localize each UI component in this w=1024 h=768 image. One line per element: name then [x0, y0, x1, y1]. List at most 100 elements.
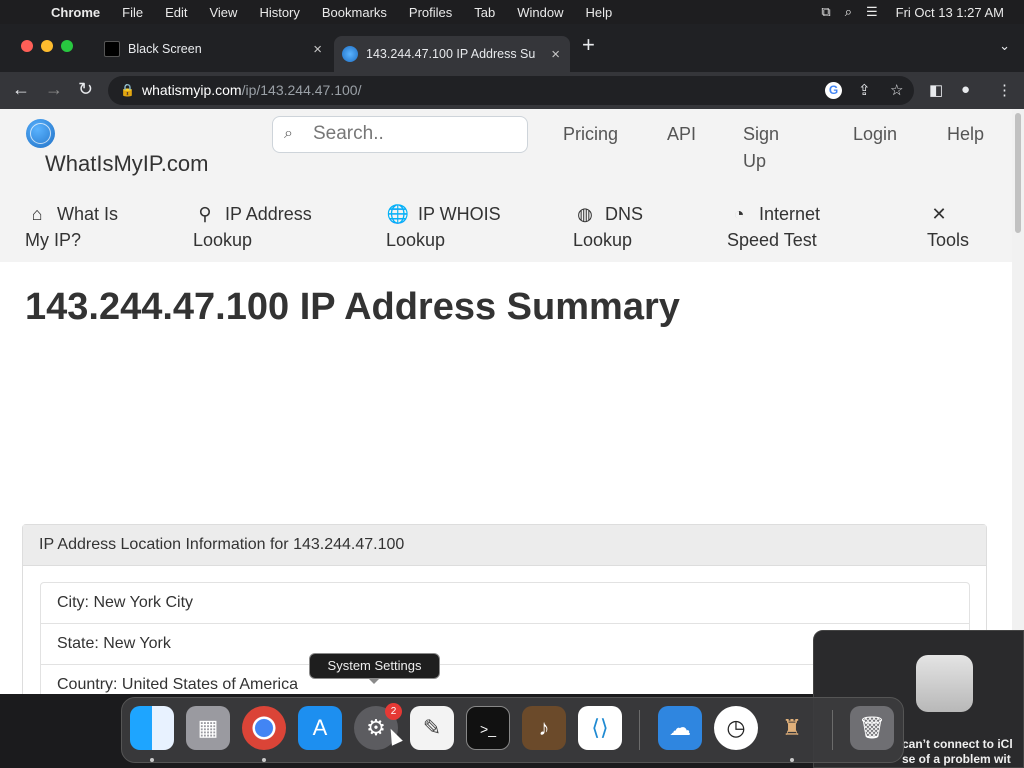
nav-label-line-2: Speed Test	[727, 230, 817, 250]
web-page: WhatIsMyIP.com ⌕ Pricing API Sign Up Logi…	[0, 109, 1012, 694]
notification-badge: 2	[385, 703, 402, 720]
menu-window[interactable]: Window	[506, 5, 574, 20]
forward-arrow-icon[interactable]: →	[45, 79, 63, 100]
pricing-link[interactable]: Pricing	[563, 121, 618, 148]
close-tab-icon[interactable]: ×	[313, 41, 322, 58]
api-link[interactable]: API	[667, 121, 696, 148]
black-screen-favicon-icon	[104, 41, 120, 57]
status-area: ⧉ ⌕ ☰ Fri Oct 13 1:27 AM	[821, 0, 1024, 24]
profile-icon[interactable]: ●	[961, 81, 970, 98]
nav-label-line-1: Internet	[759, 204, 821, 224]
signup-line-1: Sign	[743, 124, 780, 144]
textedit-icon[interactable]: ✎	[410, 706, 454, 750]
address-bar[interactable]: 🔒 whatismyip.com/ip/143.244.47.100/ G ⇪ …	[108, 76, 914, 105]
minimize-window-button[interactable]	[41, 40, 53, 52]
tab-strip: Black Screen × 143.244.47.100 IP Address…	[0, 24, 1024, 72]
menu-clock[interactable]: Fri Oct 13 1:27 AM	[896, 5, 1004, 20]
tab-title: 143.244.47.100 IP Address Su	[366, 47, 536, 61]
zoom-window-button[interactable]	[61, 40, 73, 52]
speedometer-icon: ◔	[733, 204, 745, 224]
site-header: WhatIsMyIP.com ⌕ Pricing API Sign Up Logi…	[0, 109, 1012, 262]
control-center-icon[interactable]: ☰	[866, 4, 878, 20]
garageband-icon[interactable]: ♪	[522, 706, 566, 750]
tools-icon: ✕	[931, 204, 947, 224]
apple-logo-icon	[916, 655, 973, 712]
scrollbar-thumb[interactable]	[1015, 113, 1021, 233]
share-icon[interactable]: ⇪	[858, 81, 871, 99]
notification-line-2: se of a problem wit	[902, 752, 1011, 766]
reload-icon[interactable]: ↻	[78, 79, 93, 100]
tab-black-screen[interactable]: Black Screen ×	[96, 34, 332, 64]
site-logo[interactable]: WhatIsMyIP.com	[45, 151, 208, 177]
launchpad-icon[interactable]: ▦	[186, 706, 230, 750]
signup-link[interactable]: Sign Up	[743, 121, 779, 175]
clock-icon[interactable]: ◷	[714, 706, 758, 750]
back-arrow-icon[interactable]: ←	[12, 79, 30, 100]
map-pin-icon: ⚲	[198, 204, 212, 224]
search-input[interactable]	[313, 123, 513, 145]
site-search[interactable]: ⌕	[272, 116, 528, 153]
nav-label-line-1: DNS	[605, 204, 644, 224]
menu-profiles[interactable]: Profiles	[398, 5, 463, 20]
terminal-icon[interactable]: >_	[466, 706, 510, 750]
nav-label-line-1: IP Address	[225, 204, 312, 224]
nav-label-line-2: Lookup	[573, 230, 633, 250]
lock-icon[interactable]: 🔒	[120, 83, 135, 97]
globe-favicon-icon	[342, 46, 358, 62]
dock-separator	[832, 710, 833, 750]
menu-app-chrome[interactable]: Chrome	[40, 5, 111, 20]
vscode-icon[interactable]: ⟨⟩	[578, 706, 622, 750]
menu-bookmarks[interactable]: Bookmarks	[311, 5, 398, 20]
menu-file[interactable]: File	[111, 5, 154, 20]
close-tab-icon[interactable]: ×	[551, 46, 560, 63]
page-scrollbar[interactable]	[1012, 109, 1024, 694]
login-link[interactable]: Login	[853, 121, 897, 148]
tab-title: Black Screen	[128, 42, 202, 56]
menu-view[interactable]: View	[198, 5, 248, 20]
menu-edit[interactable]: Edit	[154, 5, 198, 20]
url-host: whatismyip.com	[142, 82, 242, 98]
nav-label-line-2: My IP?	[25, 230, 82, 250]
nav-internet-speed-test[interactable]: ◔ Internet Speed Test	[727, 201, 820, 253]
page-title: 143.244.47.100 IP Address Summary	[25, 286, 680, 328]
url-path: /ip/143.244.47.100/	[241, 82, 362, 98]
nav-what-is-my-ip[interactable]: ⌂ What Is My IP?	[25, 201, 118, 253]
menu-history[interactable]: History	[248, 5, 310, 20]
search-icon: ⌕	[284, 125, 293, 142]
new-tab-icon[interactable]: +	[582, 32, 595, 58]
chrome-icon[interactable]	[242, 706, 286, 750]
running-indicator	[150, 758, 154, 762]
tab-ip-summary[interactable]: 143.244.47.100 IP Address Su ×	[334, 36, 570, 72]
app-store-icon[interactable]: A	[298, 706, 342, 750]
dock-tooltip: System Settings	[309, 653, 440, 684]
nav-label-line-1: IP WHOIS	[418, 204, 501, 224]
nav-tools[interactable]: ✕ Tools	[927, 201, 969, 253]
spotlight-icon[interactable]: ⌕	[845, 4, 852, 20]
help-link[interactable]: Help	[947, 121, 984, 148]
card-header: IP Address Location Information for 143.…	[23, 525, 986, 566]
game-character-icon[interactable]: ♜	[770, 706, 814, 750]
running-indicator	[790, 758, 794, 762]
dns-globe-icon: ◍	[577, 204, 593, 224]
google-lens-icon[interactable]: G	[825, 82, 842, 99]
finder-icon[interactable]	[130, 706, 174, 750]
nav-ip-address-lookup[interactable]: ⚲ IP Address Lookup	[193, 201, 312, 253]
browser-toolbar: ← → ↻ 🔒 whatismyip.com/ip/143.244.47.100…	[0, 72, 1024, 109]
weather-icon[interactable]: ☁	[658, 706, 702, 750]
close-window-button[interactable]	[21, 40, 33, 52]
signup-line-2: Up	[743, 151, 767, 171]
menu-help[interactable]: Help	[575, 5, 624, 20]
nav-ip-whois-lookup[interactable]: 🌐 IP WHOIS Lookup	[386, 201, 501, 253]
bookmark-star-icon[interactable]: ☆	[890, 81, 903, 99]
dock: ▦ A ⚙ ✎ >_ ♪ ⟨⟩ ☁ ◷ ♜ 🗑	[121, 697, 904, 763]
stage-manager-icon[interactable]: ⧉	[821, 4, 830, 20]
dock-separator	[639, 710, 640, 750]
trash-icon[interactable]: 🗑	[850, 706, 894, 750]
globe-logo-icon[interactable]	[26, 119, 55, 148]
home-icon: ⌂	[31, 204, 43, 224]
chrome-menu-icon[interactable]: ⋮	[997, 81, 1012, 99]
tab-search-chevron-icon[interactable]: ⌄	[999, 38, 1010, 54]
nav-dns-lookup[interactable]: ◍ DNS Lookup	[573, 201, 643, 253]
menu-tab[interactable]: Tab	[463, 5, 506, 20]
side-panel-icon[interactable]: ◧	[929, 81, 943, 99]
